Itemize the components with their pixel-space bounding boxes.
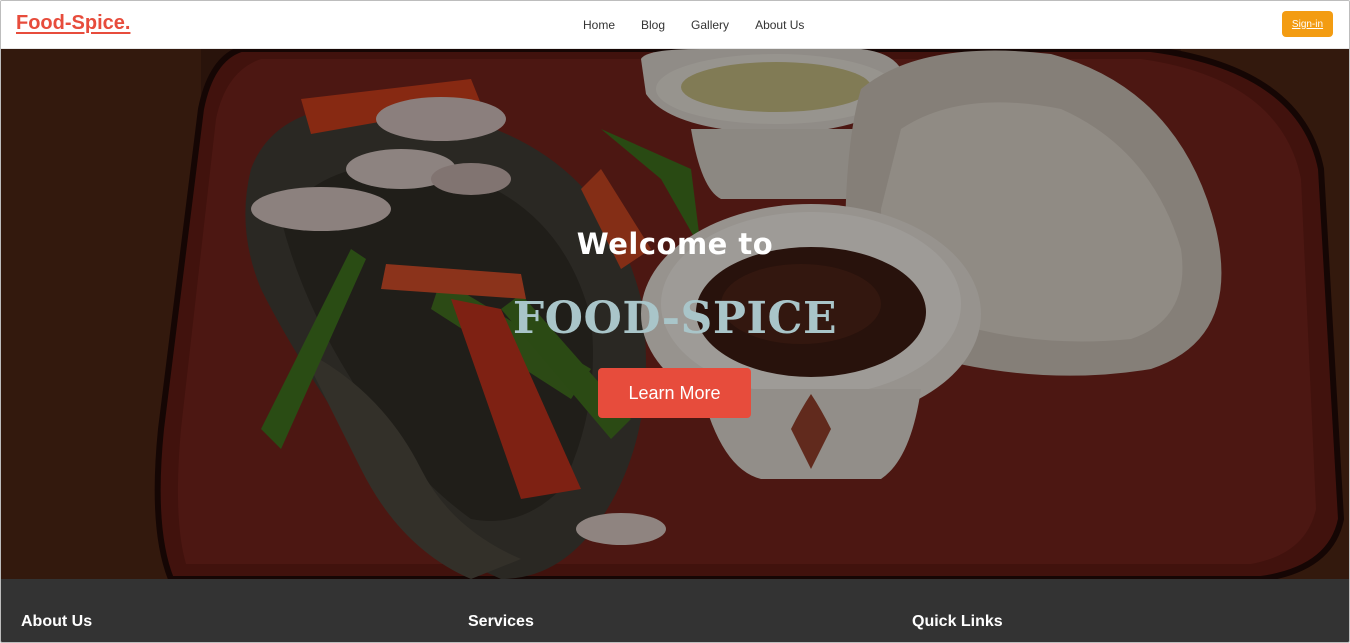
learn-more-button[interactable]: Learn More: [598, 368, 751, 418]
footer-heading-about-us: About Us: [21, 613, 93, 630]
hero-section: Welcome to FOOD-SPICE Learn More: [1, 49, 1349, 579]
page-frame: Food-Spice. Home Blog Gallery About Us S…: [0, 0, 1350, 643]
brand-logo-link[interactable]: Food-Spice.: [16, 12, 130, 35]
nav-links: Home Blog Gallery About Us: [583, 18, 830, 32]
hero-brand-heading: FOOD-SPICE: [512, 293, 838, 344]
hero-welcome-heading: Welcome to: [576, 227, 774, 261]
navbar: Food-Spice. Home Blog Gallery About Us S…: [1, 1, 1349, 49]
nav-link-home[interactable]: Home: [583, 18, 615, 32]
footer-heading-services: Services: [468, 613, 534, 630]
nav-link-about-us[interactable]: About Us: [755, 18, 804, 32]
nav-link-blog[interactable]: Blog: [641, 18, 665, 32]
signin-button[interactable]: Sign-in: [1282, 11, 1333, 37]
nav-link-gallery[interactable]: Gallery: [691, 18, 729, 32]
footer-heading-quick-links: Quick Links: [912, 613, 1003, 630]
footer: About Us Services Quick Links: [1, 579, 1349, 642]
